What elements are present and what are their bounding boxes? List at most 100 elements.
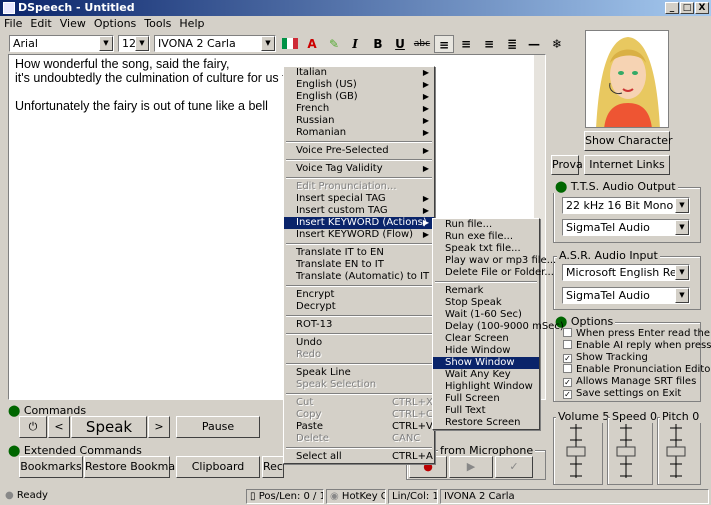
menu-item[interactable]: Restore Screen [433, 417, 539, 429]
menu-item[interactable]: Hide Window [433, 345, 539, 357]
menu-item-label: Stop Speak [445, 297, 502, 308]
menu-view[interactable]: View [56, 16, 90, 31]
menu-item[interactable]: Stop Speak [433, 297, 539, 309]
font-select[interactable]: Arial ▼ [9, 35, 114, 52]
next-icon[interactable]: > [148, 416, 170, 438]
checkbox[interactable] [563, 328, 572, 337]
close-button[interactable]: X [695, 2, 709, 14]
checkbox-checked[interactable]: ✓ [563, 390, 572, 399]
check-icon[interactable]: ✓ [495, 456, 533, 478]
menu-item[interactable]: Romanian ▶ [284, 127, 434, 139]
menu-item[interactable]: Decrypt [284, 301, 434, 313]
status-icon: ● [5, 490, 14, 501]
menu-shortcut: CTRL+X [392, 397, 433, 408]
speak-button[interactable]: Speak [71, 416, 147, 438]
align-right-icon[interactable]: ≡ [479, 35, 499, 53]
menu-item[interactable]: Clear Screen [433, 333, 539, 345]
bookmarks-button[interactable]: Bookmarks [19, 456, 83, 478]
italian-flag-icon[interactable] [280, 35, 300, 53]
menu-edit[interactable]: Edit [26, 16, 55, 31]
option-srt-files[interactable]: ✓ Allows Manage SRT files [563, 376, 696, 387]
menu-item[interactable]: Delay (100-9000 mSec) [433, 321, 564, 333]
asr-device-select[interactable]: SigmaTel Audio ▼ [562, 287, 690, 304]
play-icon[interactable]: ▶ [449, 456, 493, 478]
menu-item[interactable]: Translate (Automatic) to IT [284, 271, 434, 283]
menu-item[interactable]: Delete File or Folder... [433, 267, 554, 279]
show-character-button[interactable]: Show Character [584, 131, 672, 151]
menu-item-label: Remark [445, 285, 484, 296]
prova-button[interactable]: Prova [551, 155, 583, 175]
menu-file[interactable]: File [0, 16, 26, 31]
strikethrough-button[interactable]: abc [412, 35, 432, 53]
checkbox-checked[interactable]: ✓ [563, 354, 572, 363]
italic-button[interactable]: I [345, 35, 365, 53]
option-pronunciation-editor[interactable]: Enable Pronunciation Editor [563, 364, 711, 375]
align-left-icon[interactable]: ≡ [434, 35, 454, 53]
menu-item[interactable]: English (US) ▶ [284, 79, 434, 91]
menu-item[interactable]: Voice Pre-Selected ▶ [284, 145, 434, 157]
menu-item[interactable]: Italian ▶ [284, 67, 434, 79]
menu-item[interactable]: Full Screen [433, 393, 539, 405]
menu-item[interactable]: Speak txt file... [433, 243, 539, 255]
justify-icon[interactable]: ≣ [502, 35, 522, 53]
menu-item[interactable]: Run exe file... [433, 231, 539, 243]
menu-item[interactable]: Insert KEYWORD (Actions) ▶ [284, 217, 434, 229]
pause-button[interactable]: Pause [176, 416, 260, 438]
option-show-tracking[interactable]: ✓ Show Tracking [563, 352, 648, 363]
menu-item[interactable]: Play wav or mp3 file... [433, 255, 556, 267]
bold-button[interactable]: B [368, 35, 388, 53]
menu-item[interactable]: Insert custom TAG ▶ [284, 205, 434, 217]
menu-item[interactable]: Insert KEYWORD (Flow) ▶ [284, 229, 434, 241]
recent-button[interactable]: Recent [262, 456, 284, 478]
tts-format-select[interactable]: 22 kHz 16 Bit Mono ▼ [562, 197, 690, 214]
menu-item[interactable]: Voice Tag Validity ▶ [284, 163, 434, 175]
asr-engine-select[interactable]: Microsoft English Recognizer v▼ [562, 264, 690, 281]
tts-device-select[interactable]: SigmaTel Audio ▼ [562, 219, 690, 236]
restore-bookmarks-button[interactable]: Restore Bookmarks [84, 456, 192, 478]
menu-item[interactable]: Highlight Window [433, 381, 539, 393]
menu-help[interactable]: Help [175, 16, 208, 31]
menu-item[interactable]: ROT-13 [284, 319, 434, 331]
option-save-settings[interactable]: ✓ Save settings on Exit [563, 388, 681, 399]
snowflake-icon[interactable]: ❄ [547, 35, 567, 53]
clipboard-button[interactable]: Clipboard [176, 456, 260, 478]
menu-item[interactable]: Wait (1-60 Sec) [433, 309, 539, 321]
menu-item[interactable]: Translate EN to IT [284, 259, 434, 271]
menu-item[interactable]: Remark [433, 285, 539, 297]
menu-item[interactable]: Speak Line [284, 367, 434, 379]
checkbox[interactable] [563, 364, 572, 373]
menu-item[interactable]: Insert special TAG ▶ [284, 193, 434, 205]
underline-button[interactable]: U [390, 35, 410, 53]
voice-select[interactable]: IVONA 2 Carla ▼ [154, 35, 276, 52]
line-icon[interactable]: — [524, 35, 544, 53]
menu-item[interactable]: Full Text [433, 405, 539, 417]
menu-item[interactable]: French ▶ [284, 103, 434, 115]
menu-item[interactable]: Translate IT to EN [284, 247, 434, 259]
stop-icon[interactable]: ⏻ [19, 416, 47, 438]
minimize-button[interactable]: _ [665, 2, 679, 14]
checkbox[interactable] [563, 340, 572, 349]
option-enter-read[interactable]: When press Enter read the line [563, 328, 711, 339]
menu-item[interactable]: Run file... [433, 219, 539, 231]
menu-item-label: Speak txt file... [445, 243, 521, 254]
text-color-icon[interactable]: A [302, 35, 322, 53]
highlight-icon[interactable]: ✎ [324, 35, 344, 53]
maximize-button[interactable]: □ [680, 2, 694, 14]
menu-item[interactable]: English (GB) ▶ [284, 91, 434, 103]
menu-item[interactable]: Encrypt [284, 289, 434, 301]
checkbox-checked[interactable]: ✓ [563, 378, 572, 387]
menu-item[interactable]: Russian ▶ [284, 115, 434, 127]
menu-item[interactable]: Paste CTRL+V [284, 421, 434, 433]
option-ai-reply[interactable]: Enable AI reply when press Enter [563, 340, 711, 351]
menu-item[interactable]: Undo [284, 337, 434, 349]
menu-tools[interactable]: Tools [140, 16, 175, 31]
font-size-select[interactable]: 12 ▼ [118, 35, 150, 52]
menu-options[interactable]: Options [90, 16, 140, 31]
previous-icon[interactable]: < [48, 416, 70, 438]
menu-item[interactable]: Select all CTRL+A [284, 451, 434, 463]
menu-item[interactable]: Wait Any Key [433, 369, 539, 381]
align-center-icon[interactable]: ≡ [456, 35, 476, 53]
internet-links-button[interactable]: Internet Links [584, 155, 670, 175]
status-position: ▯ Pos/Len: 0 / 155 [246, 489, 324, 504]
menu-item[interactable]: Show Window [433, 357, 539, 369]
